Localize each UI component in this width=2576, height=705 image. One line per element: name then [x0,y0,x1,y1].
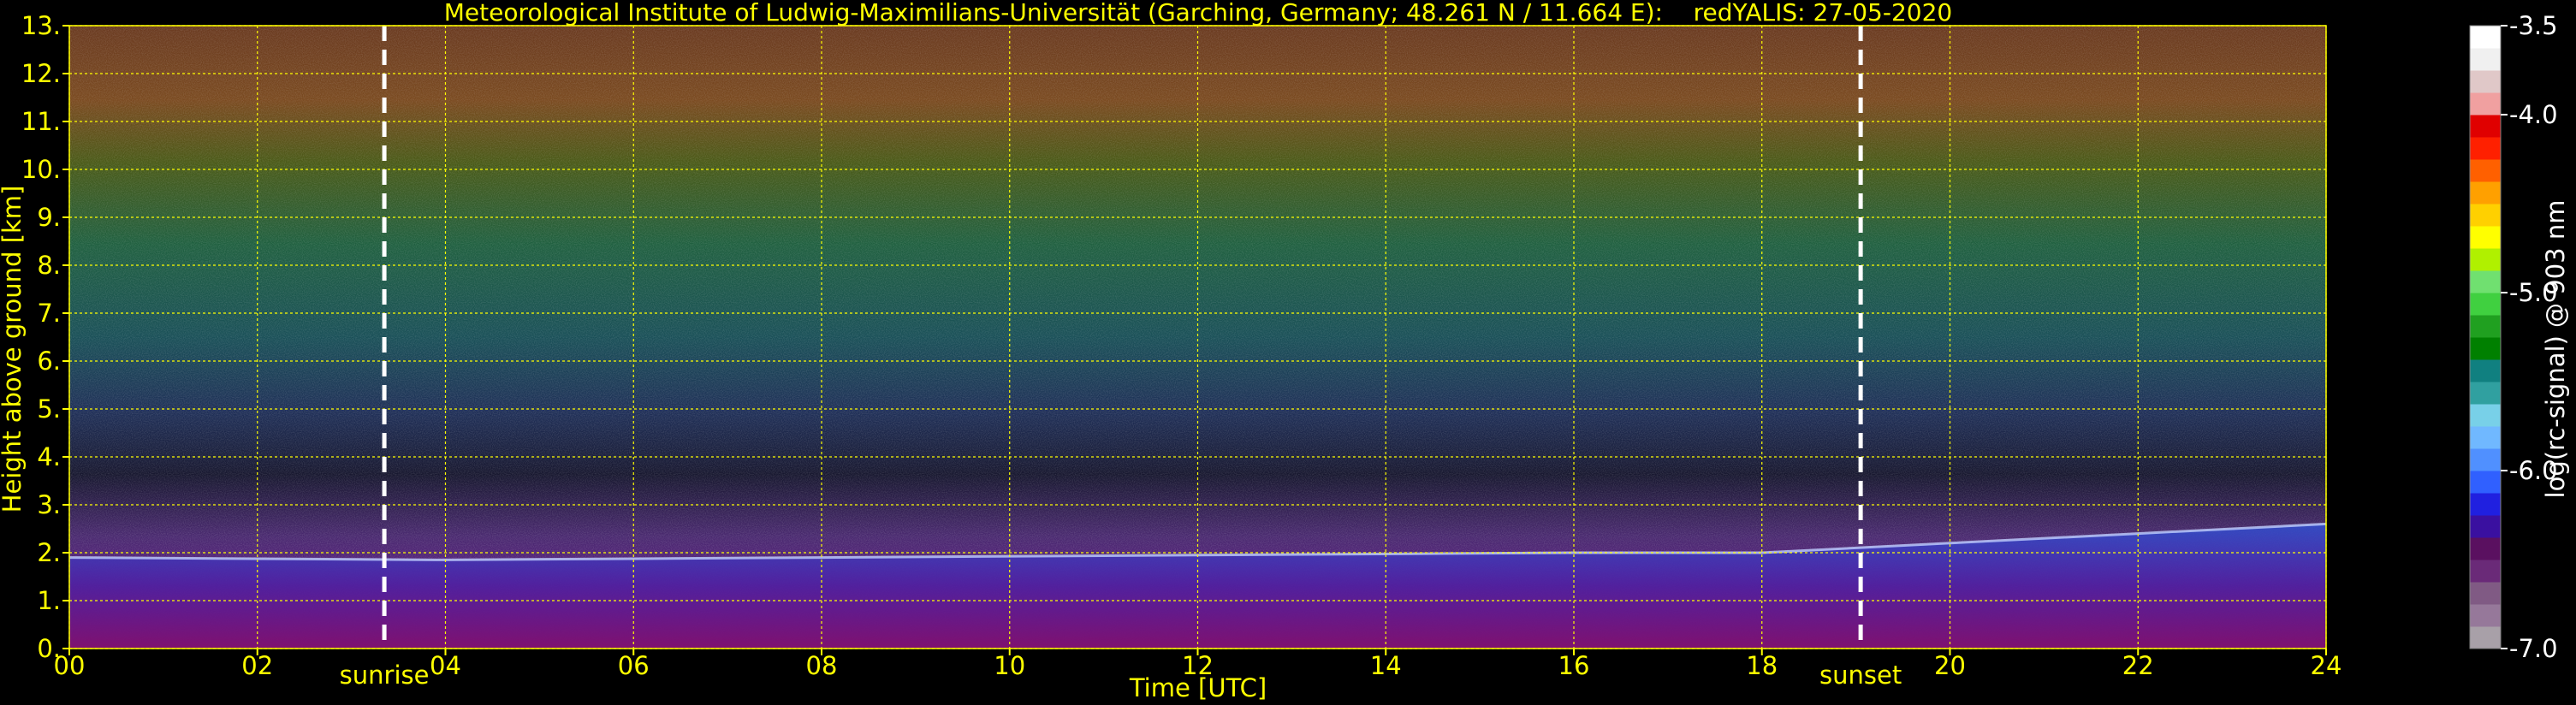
x-tick-label: 00 [54,651,86,680]
sunset-label: sunset [1819,661,1902,690]
y-tick-label: 8. [37,251,61,280]
colorbar-segment [2470,315,2501,338]
colorbar-segment [2470,181,2501,204]
colorbar-segment [2470,337,2501,360]
x-axis-label: Time [UTC] [1129,673,1267,702]
colorbar-segment [2470,92,2501,116]
x-tick-label: 04 [430,651,461,680]
y-tick-label: 10. [21,155,61,184]
x-tick-label: 10 [994,651,1025,680]
sunrise-label: sunrise [340,661,430,690]
y-tick-label: 13. [21,11,61,40]
y-tick-label: 12. [21,59,61,88]
x-tick-label: 06 [618,651,650,680]
x-tick-label: 16 [1558,651,1590,680]
colorbar-segment [2470,26,2501,49]
colorbar-segment [2470,404,2501,427]
x-tick-label: 14 [1370,651,1402,680]
colorbar-segment [2470,537,2501,560]
colorbar-segment [2470,204,2501,227]
x-tick-label: 08 [806,651,838,680]
colorbar-segment [2470,159,2501,182]
y-tick-label: 6. [37,347,61,376]
y-tick-label: 9. [37,203,61,232]
colorbar-segment [2470,604,2501,627]
colorbar-segment [2470,560,2501,583]
colorbar-segment [2470,48,2501,71]
y-tick-label: 4. [37,442,61,471]
colorbar-segment [2470,382,2501,405]
colorbar-label: log(rc-signal) @ 903 nm [2541,200,2570,499]
x-tick-label: 22 [2122,651,2154,680]
colorbar-segment [2470,582,2501,605]
y-tick-label: 5. [37,394,61,424]
y-axis-label: Height above ground [km] [0,186,27,513]
colorbar-segment [2470,448,2501,471]
y-tick-label: 1. [37,586,61,615]
colorbar-segment [2470,359,2501,382]
y-tick-label: 11. [21,107,61,136]
colorbar-segment [2470,493,2501,516]
colorbar-tick-label: -3.5 [2509,11,2558,40]
colorbar-segment [2470,293,2501,316]
colorbar-segment [2470,248,2501,271]
colorbar-segment [2470,137,2501,160]
colorbar-segment [2470,70,2501,93]
y-tick-label: 7. [37,299,61,328]
colorbar-segment [2470,426,2501,449]
colorbar-segment [2470,515,2501,538]
y-tick-label: 2. [37,538,61,567]
x-tick-label: 02 [241,651,273,680]
colorbar-segment [2470,471,2501,494]
x-tick-label: 24 [2311,651,2342,680]
colorbar-segment [2470,115,2501,138]
colorbar-segment [2470,626,2501,649]
lidar-chart: sunrise sunset 0.1.2.3.4.5.6.7.8.9.10.11.… [0,0,2570,702]
colorbar-tick-label: -4.0 [2509,100,2558,129]
y-tick-label: 3. [37,490,61,519]
x-tick-label: 20 [1934,651,1966,680]
colorbar-tick-label: -7.0 [2509,634,2558,663]
chart-title: Meteorological Institute of Ludwig-Maxim… [444,0,1952,27]
colorbar-segment [2470,226,2501,249]
x-tick-label: 18 [1746,651,1778,680]
colorbar-segment [2470,270,2501,293]
